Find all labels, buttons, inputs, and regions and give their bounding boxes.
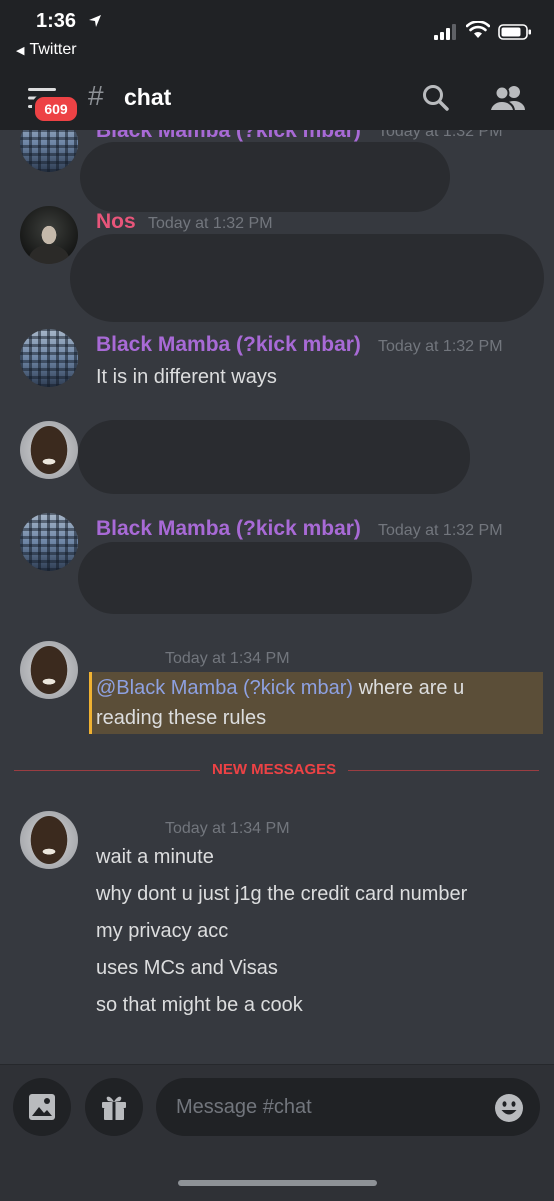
signal-icon [434, 24, 456, 40]
message-text: why dont u just j1g the credit card numb… [96, 883, 468, 905]
message-author[interactable]: Nos [96, 210, 136, 234]
message-text-line: reading these rules [96, 707, 267, 729]
redacted-content [70, 234, 544, 322]
members-icon[interactable] [488, 84, 526, 117]
notification-badge: 609 [32, 94, 80, 124]
gift-icon [102, 1096, 126, 1120]
message-input[interactable]: Message #chat [156, 1078, 540, 1136]
status-bar: 1:36 ◀ Twitter [0, 0, 554, 66]
redacted-content [80, 142, 450, 212]
status-time: 1:36 [36, 10, 77, 32]
battery-icon [498, 24, 531, 40]
wifi-icon [466, 21, 490, 38]
gift-button[interactable] [85, 1078, 143, 1136]
avatar[interactable] [20, 130, 78, 172]
avatar[interactable] [20, 641, 78, 699]
message-timestamp: Today at 1:34 PM [165, 650, 290, 667]
message-timestamp: Today at 1:32 PM [148, 215, 273, 232]
message-list[interactable]: Black Mamba (?kick mbar) Today at 1:32 P… [0, 130, 554, 1064]
message-text: where are u [353, 677, 465, 699]
message-text: so that might be a cook [96, 994, 303, 1016]
emoji-icon[interactable] [494, 1093, 524, 1123]
channel-name: chat [124, 84, 172, 110]
image-icon [29, 1094, 55, 1120]
location-arrow-icon [89, 15, 101, 27]
message-text-line: @Black Mamba (?kick mbar) where are u [96, 677, 464, 700]
back-to-app-link[interactable]: ◀ Twitter [16, 41, 77, 59]
redacted-content [78, 420, 470, 494]
avatar[interactable] [20, 329, 78, 387]
redacted-content [78, 542, 472, 614]
user-mention[interactable]: @Black Mamba (?kick mbar) [96, 677, 353, 699]
back-app-label: Twitter [29, 41, 77, 58]
message-timestamp: Today at 1:32 PM [378, 130, 503, 140]
image-upload-button[interactable] [13, 1078, 71, 1136]
message-timestamp: Today at 1:34 PM [165, 820, 290, 837]
search-icon[interactable] [422, 84, 450, 117]
message-text: wait a minute [96, 846, 214, 868]
home-indicator[interactable] [178, 1180, 377, 1186]
message-input-placeholder: Message #chat [176, 1096, 312, 1118]
message-timestamp: Today at 1:32 PM [378, 522, 503, 539]
channel-hash-icon: # [88, 80, 104, 111]
channel-header [0, 66, 554, 130]
message-text: It is in different ways [96, 366, 277, 388]
message-author[interactable]: Black Mamba (?kick mbar) [96, 517, 361, 541]
message-text: uses MCs and Visas [96, 957, 278, 979]
avatar[interactable] [20, 206, 78, 264]
avatar[interactable] [20, 421, 78, 479]
message-text: my privacy acc [96, 920, 229, 942]
back-triangle-icon: ◀ [16, 45, 25, 57]
message-author[interactable]: Black Mamba (?kick mbar) [96, 333, 361, 357]
avatar[interactable] [20, 811, 78, 869]
new-messages-label: NEW MESSAGES [200, 761, 349, 778]
message-timestamp: Today at 1:32 PM [378, 338, 503, 355]
avatar[interactable] [20, 513, 78, 571]
